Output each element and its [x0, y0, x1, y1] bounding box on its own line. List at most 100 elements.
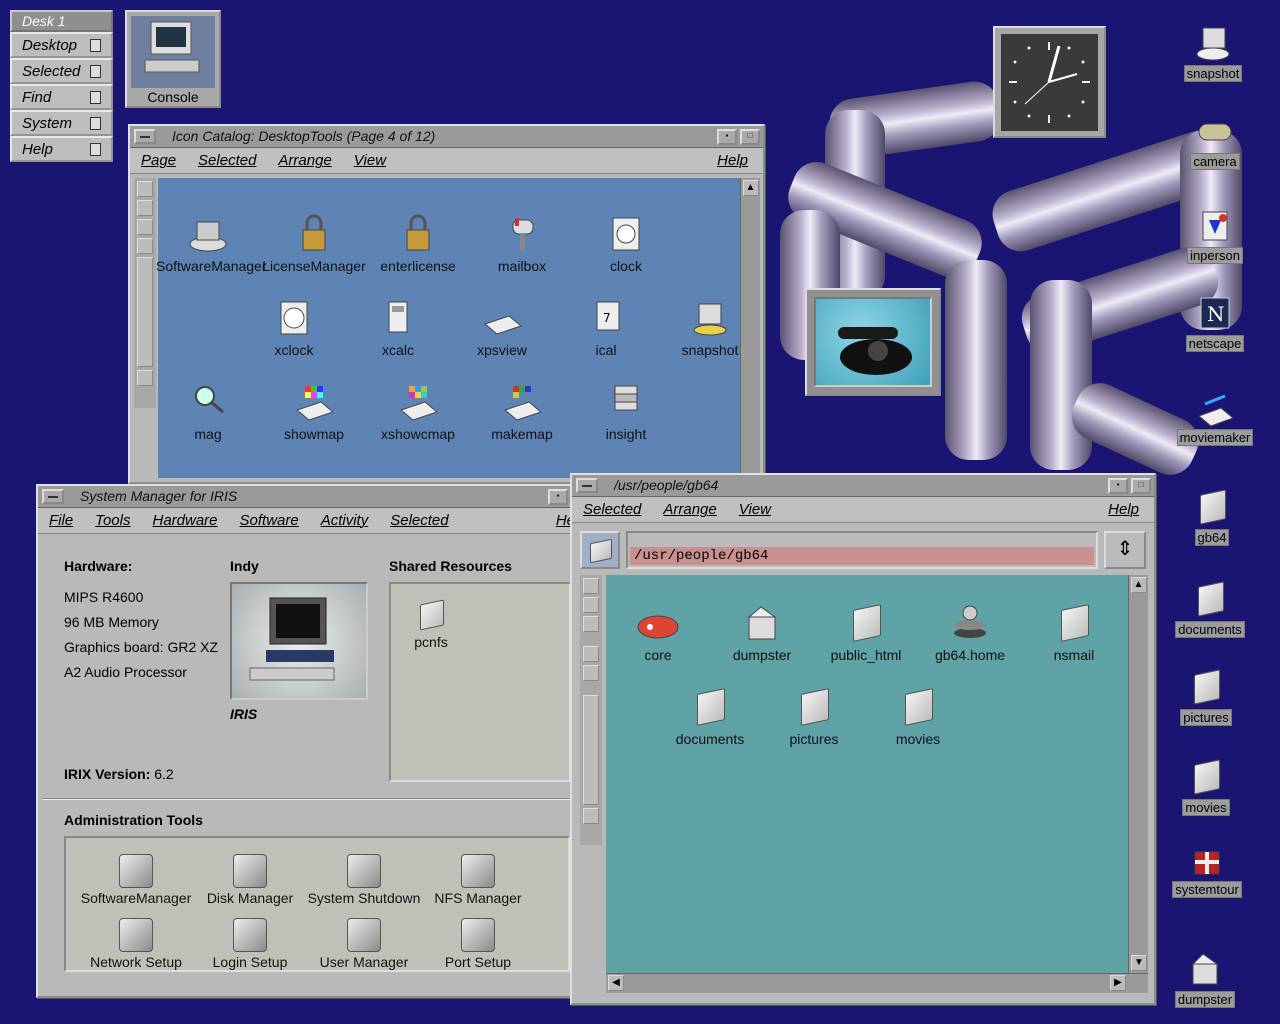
desktop-icon-netscape[interactable]: Nnetscape — [1175, 294, 1255, 352]
admin-network-setup[interactable]: Network Setup — [76, 918, 196, 970]
desktop-icon-camera[interactable]: camera — [1175, 112, 1255, 170]
desk-menu-system[interactable]: System — [10, 110, 113, 136]
catalog-item-xclock[interactable]: xclock — [242, 298, 346, 358]
menu-arrange[interactable]: Arrange — [267, 148, 342, 169]
file-item-public-html[interactable]: public_html — [814, 603, 918, 663]
reset-button[interactable] — [137, 370, 153, 386]
menu-activity[interactable]: Activity — [310, 508, 380, 529]
view-face-button[interactable] — [137, 238, 153, 254]
view-list-button[interactable] — [137, 200, 153, 216]
desktop-icon-moviemaker[interactable]: moviemaker — [1175, 388, 1255, 446]
inperson-video-window[interactable] — [805, 288, 941, 396]
scroll-up-arrow[interactable]: ▲ — [742, 180, 759, 196]
menu-hardware[interactable]: Hardware — [141, 508, 228, 529]
view-list-button[interactable] — [583, 597, 599, 613]
file-item-dumpster[interactable]: dumpster — [710, 603, 814, 663]
menu-help[interactable]: Help — [706, 148, 753, 169]
menu-selected[interactable]: Selected — [379, 508, 459, 529]
admin-disk-manager[interactable]: Disk Manager — [190, 854, 310, 906]
file-item-documents[interactable]: documents — [658, 687, 762, 747]
view-detail-button[interactable] — [583, 616, 599, 632]
files-horizontal-scrollbar[interactable]: ◀ ▶ — [606, 973, 1148, 993]
menu-software[interactable]: Software — [229, 508, 310, 529]
reset-button[interactable] — [583, 808, 599, 824]
desktop-icon-systemtour[interactable]: systemtour — [1167, 840, 1247, 898]
catalog-item-enterlicense[interactable]: enterlicense — [366, 214, 470, 274]
console-icon[interactable]: Console — [125, 10, 221, 108]
admin-user-manager[interactable]: User Manager — [304, 918, 424, 970]
desk-menu-help[interactable]: Help — [10, 136, 113, 162]
menu-selected[interactable]: Selected — [187, 148, 267, 169]
catalog-item-licensemanager[interactable]: LicenseManager — [262, 214, 366, 274]
admin-port-setup[interactable]: Port Setup — [418, 918, 538, 970]
desktop-icon-snapshot[interactable]: snapshot — [1173, 24, 1253, 82]
scroll-down-arrow[interactable]: ▼ — [1131, 955, 1147, 971]
refresh-button[interactable]: ⇕ — [1104, 531, 1146, 569]
catalog-item-xshowcmap[interactable]: xshowcmap — [366, 382, 470, 442]
indy-workstation-icon[interactable] — [230, 582, 368, 700]
desk-menu-selected[interactable]: Selected — [10, 58, 113, 84]
menu-page[interactable]: Page — [130, 148, 187, 169]
catalog-item-mag[interactable]: mag — [156, 382, 260, 442]
menu-help[interactable]: Help — [1097, 497, 1144, 518]
desktop-icon-dumpster[interactable]: dumpster — [1165, 950, 1245, 1008]
scroll-right-arrow[interactable]: ▶ — [1110, 975, 1126, 991]
desktop-icon-pictures[interactable]: pictures — [1166, 668, 1246, 726]
file-item-core[interactable]: core — [606, 603, 710, 663]
file-item-movies[interactable]: movies — [866, 687, 970, 747]
menu-view[interactable]: View — [728, 497, 782, 518]
catalog-item-clock[interactable]: clock — [574, 214, 678, 274]
window-menu-button[interactable] — [42, 489, 64, 504]
view-tree-button[interactable] — [583, 665, 599, 681]
admin-nfs-manager[interactable]: NFS Manager — [418, 854, 538, 906]
desktop-icon-movies[interactable]: movies — [1166, 758, 1246, 816]
admin-softwaremanager[interactable]: SoftwareManager — [76, 854, 196, 906]
shared-item-pcnfs[interactable]: pcnfs — [379, 598, 483, 650]
minimize-button[interactable]: ▪ — [717, 129, 737, 145]
scroll-up-arrow[interactable]: ▲ — [1130, 577, 1147, 593]
files-vertical-scrollbar[interactable]: ▲ ▼ — [1128, 575, 1148, 973]
view-face-button[interactable] — [583, 646, 599, 662]
window-menu-button[interactable] — [576, 478, 598, 493]
minimize-button[interactable]: ▪ — [548, 489, 568, 505]
catalog-item-softwaremanager[interactable]: SoftwareManager — [156, 214, 267, 274]
desktop-icon-documents[interactable]: documents — [1170, 580, 1250, 638]
menu-file[interactable]: File — [38, 508, 84, 529]
file-item-nsmail[interactable]: nsmail — [1022, 603, 1126, 663]
maximize-button[interactable]: □ — [740, 129, 760, 145]
menu-arrange[interactable]: Arrange — [652, 497, 727, 518]
catalog-item-insight[interactable]: insight — [574, 382, 678, 442]
path-input[interactable]: /usr/people/gb64 — [630, 547, 1094, 565]
catalog-item-xcalc[interactable]: xcalc — [346, 298, 450, 358]
system-manager-titlebar[interactable]: System Manager for IRIS ▪ — [38, 486, 574, 508]
catalog-item-makemap[interactable]: makemap — [470, 382, 574, 442]
file-item-pictures[interactable]: pictures — [762, 687, 866, 747]
zoom-slider[interactable] — [137, 257, 153, 367]
catalog-item-xpsview[interactable]: xpsview — [450, 298, 554, 358]
view-detail-button[interactable] — [137, 219, 153, 235]
menu-tools[interactable]: Tools — [84, 508, 141, 529]
menu-view[interactable]: View — [343, 148, 397, 169]
maximize-button[interactable]: □ — [1131, 478, 1151, 494]
catalog-scrollbar[interactable]: ▲ — [740, 178, 760, 478]
catalog-item-mailbox[interactable]: mailbox — [470, 214, 574, 274]
view-icon-button[interactable] — [137, 181, 153, 197]
menu-selected[interactable]: Selected — [572, 497, 652, 518]
desktop-icon-gb64[interactable]: gb64 — [1172, 488, 1252, 546]
desktop-icon-inperson[interactable]: inperson — [1175, 206, 1255, 264]
catalog-item-showmap[interactable]: showmap — [262, 382, 366, 442]
desktop-clock[interactable] — [993, 26, 1106, 138]
desk-menu-find[interactable]: Find — [10, 84, 113, 110]
scroll-left-arrow[interactable]: ◀ — [608, 975, 624, 991]
file-manager-titlebar[interactable]: /usr/people/gb64 ▪ □ — [572, 475, 1154, 497]
minimize-button[interactable]: ▪ — [1108, 478, 1128, 494]
view-icon-button[interactable] — [583, 578, 599, 594]
catalog-item-ical[interactable]: 7 ical — [554, 298, 658, 358]
zoom-slider[interactable] — [583, 695, 599, 805]
desk-menu-desktop[interactable]: Desktop — [10, 32, 113, 58]
icon-catalog-titlebar[interactable]: Icon Catalog: DesktopTools (Page 4 of 12… — [130, 126, 763, 148]
file-item-gb64-home[interactable]: gb64.home — [918, 603, 1022, 663]
admin-system-shutdown[interactable]: System Shutdown — [304, 854, 424, 906]
admin-login-setup[interactable]: Login Setup — [190, 918, 310, 970]
open-folder-icon[interactable] — [580, 531, 620, 569]
